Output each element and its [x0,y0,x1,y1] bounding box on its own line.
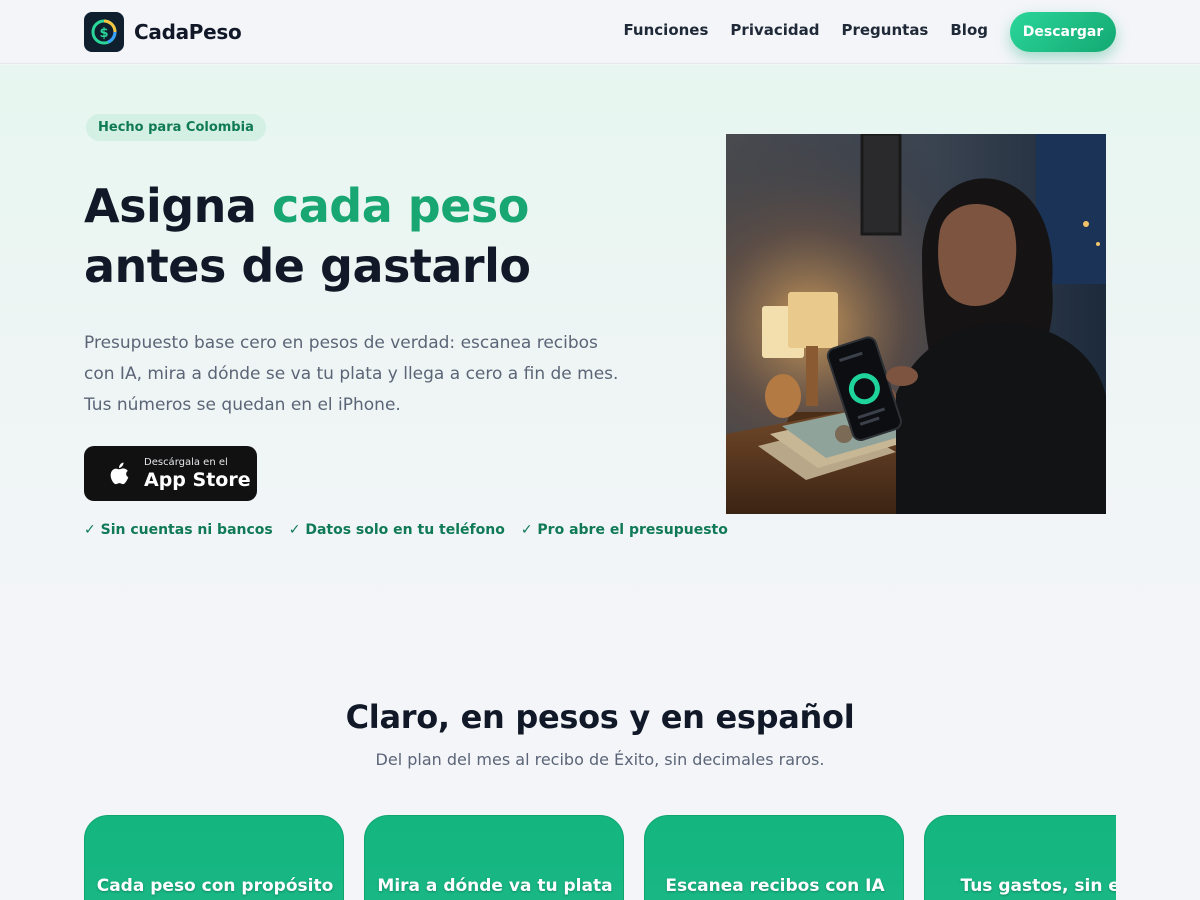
headline-accent: cada peso [271,179,529,233]
feature-card-title: Tus gastos, sin esfu [960,876,1116,896]
feature-card-title: Cada peso con propósito [96,876,334,896]
hero-headline: Asigna cada peso antes de gastarlo [84,176,684,296]
feature-card[interactable]: Cada peso con propósito [84,815,344,900]
hero-lead: Presupuesto base cero en pesos de verdad… [84,333,619,415]
feature-card-title: Mira a dónde va tu plata [377,876,613,896]
section-subtitle: Del plan del mes al recibo de Éxito, sin… [375,750,825,769]
svg-text:$: $ [99,26,108,41]
feature-card[interactable]: Tus gastos, sin esfu [924,815,1116,900]
app-store-small-label: Descárgala en el [144,456,228,468]
check-item: ✓ Datos solo en tu teléfono [288,522,505,538]
app-store-button[interactable]: Descárgala en el App Store [84,446,257,501]
top-nav: $ CadaPeso Funciones Privacidad Pregunta… [0,0,1200,64]
dollar-coin-icon: $ [84,12,124,52]
nav-links: Funciones Privacidad Preguntas Blog [623,21,988,39]
nav-link-preguntas[interactable]: Preguntas [841,21,928,39]
feature-card-title: Escanea recibos con IA [665,876,885,896]
headline-part-1: Asigna [84,179,272,233]
feature-checks: ✓ Sin cuentas ni bancos ✓ Datos solo en … [84,522,728,538]
hero-photo [726,134,1106,514]
section-title: Claro, en pesos y en español [345,698,855,736]
nav-link-privacidad[interactable]: Privacidad [730,21,819,39]
brand-name: CadaPeso [134,20,242,44]
origin-badge: Hecho para Colombia [86,114,266,141]
feature-card[interactable]: Mira a dónde va tu plata [364,815,624,900]
headline-part-2: antes de gastarlo [84,239,531,293]
feature-card[interactable]: Escanea recibos con IA [644,815,904,900]
feature-cards: Cada peso con propósito Mira a dónde va … [84,815,1116,900]
check-item: ✓ Sin cuentas ni bancos [84,522,273,538]
app-store-label: App Store [144,468,251,491]
apple-icon [110,462,129,484]
brand-logo[interactable]: $ CadaPeso [84,12,242,52]
check-item: ✓ Pro abre el presupuesto [520,522,728,538]
nav-link-funciones[interactable]: Funciones [623,21,708,39]
download-button[interactable]: Descargar [1010,12,1116,52]
nav-link-blog[interactable]: Blog [950,21,988,39]
